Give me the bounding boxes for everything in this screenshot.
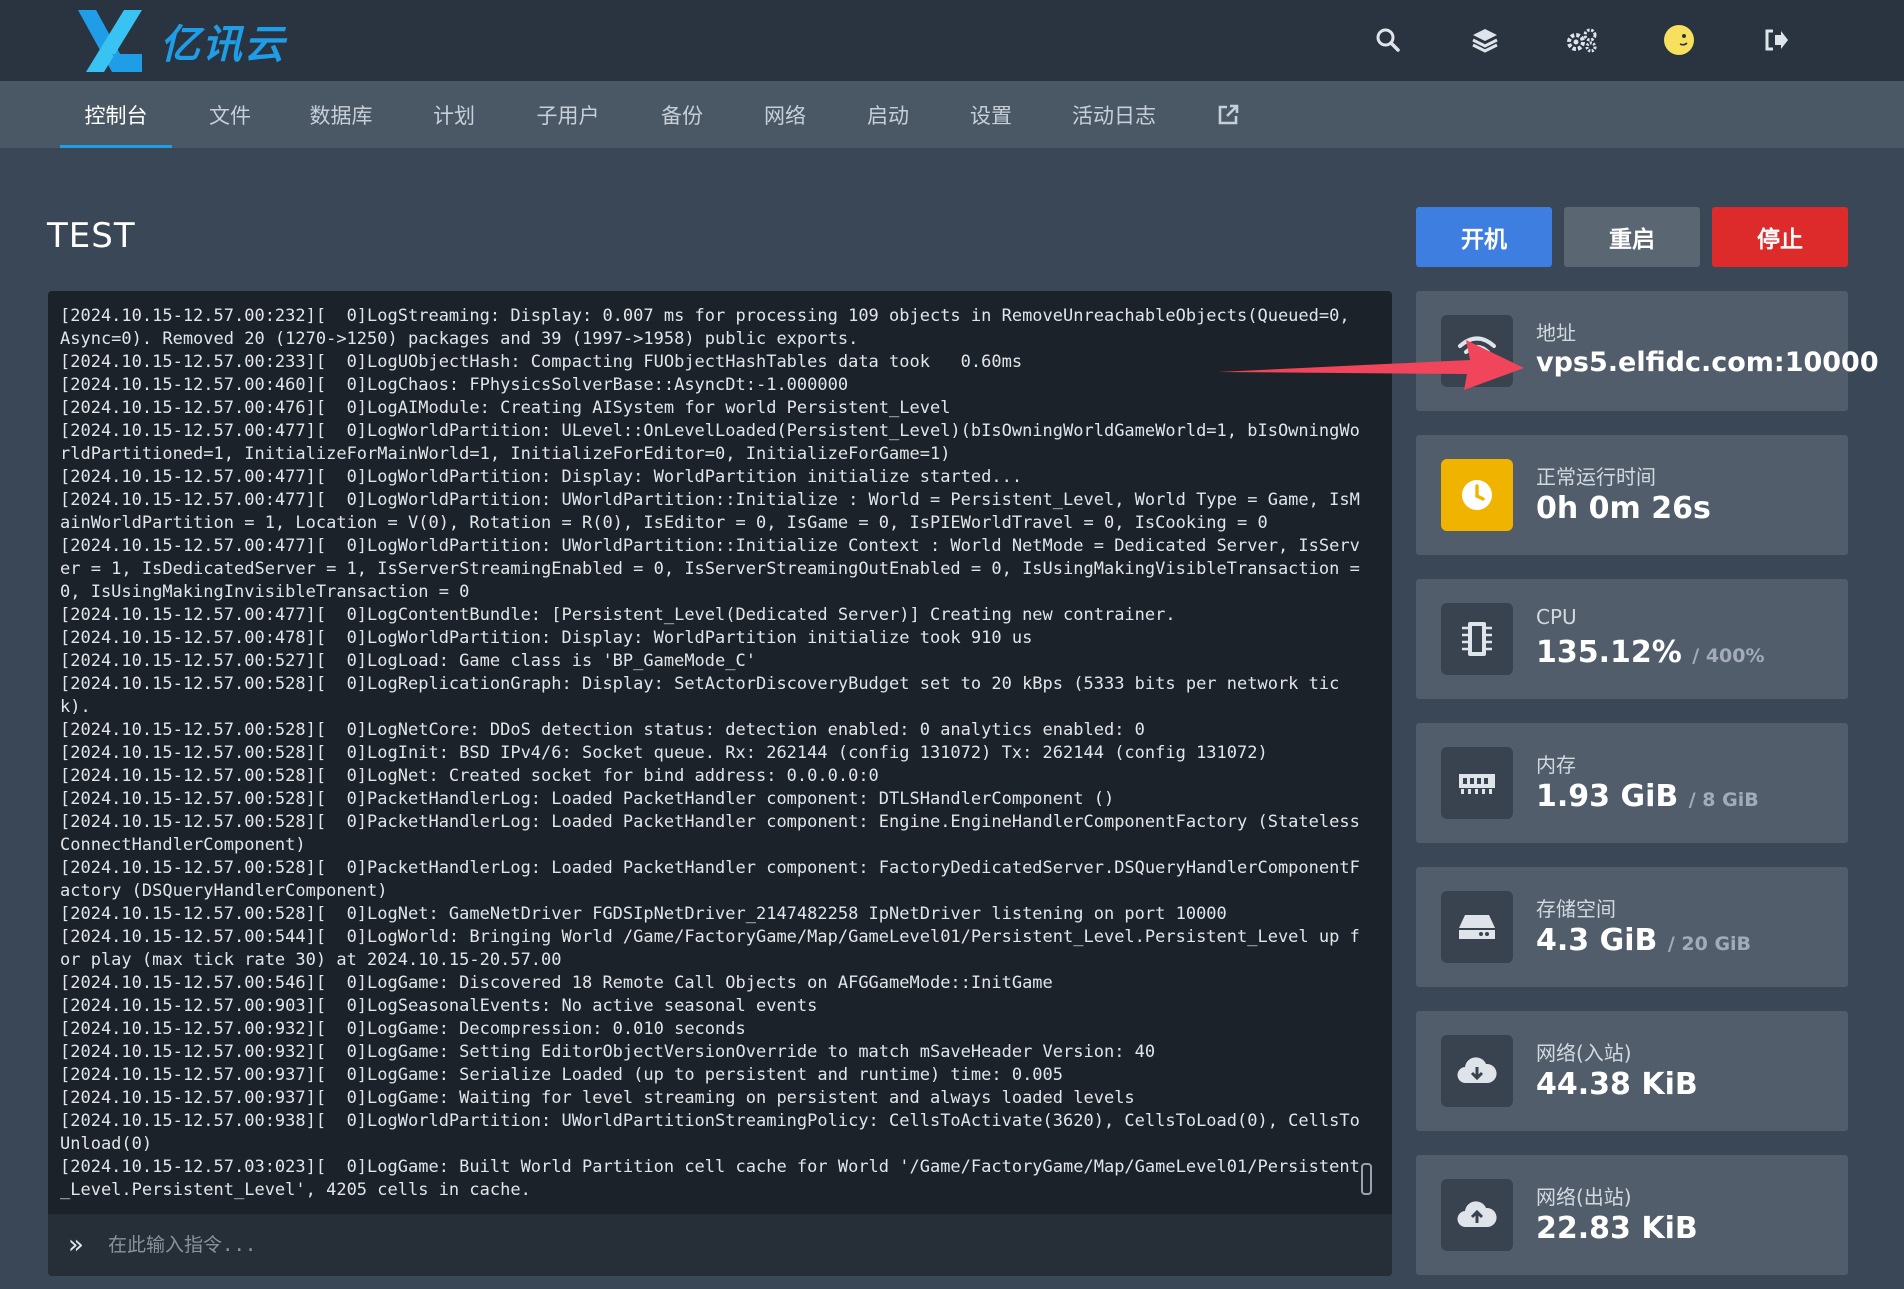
console-log: [2024.10.15-12.57.00:232][ 0]LogStreamin… — [60, 306, 1360, 1200]
prompt-chevron-icon: » — [68, 1230, 84, 1260]
cloud-upload-icon — [1441, 1179, 1513, 1251]
brand-name: 亿讯云 — [160, 22, 286, 68]
tab-files[interactable]: 文件 — [190, 81, 270, 148]
logout-icon[interactable] — [1727, 14, 1824, 66]
tab-activity-log[interactable]: 活动日志 — [1052, 81, 1176, 148]
settings-gears-icon[interactable] — [1533, 14, 1630, 66]
network-out-value: 22.83 KiB — [1536, 1211, 1698, 1246]
memory-value: 1.93 GiB — [1536, 779, 1679, 814]
address-label: 地址 — [1536, 321, 1576, 345]
nav-bar: 控制台 文件 数据库 计划 子用户 备份 网络 启动 设置 活动日志 — [0, 81, 1904, 148]
annotation-arrow-icon — [1218, 340, 1524, 390]
stat-card-storage: 存储空间 4.3 GiB / 20 GiB — [1416, 867, 1848, 987]
stat-card-uptime: 正常运行时间 0h 0m 26s — [1416, 435, 1848, 555]
tab-schedules[interactable]: 计划 — [414, 81, 494, 148]
stat-card-network-in: 网络(入站) 44.38 KiB — [1416, 1011, 1848, 1131]
brand-x-logo-icon — [78, 10, 142, 72]
start-button[interactable]: 开机 — [1416, 207, 1552, 267]
cpu-limit: / 400% — [1692, 645, 1765, 667]
restart-button[interactable]: 重启 — [1564, 207, 1700, 267]
server-name: TEST — [47, 216, 136, 256]
storage-label: 存储空间 — [1536, 897, 1616, 921]
cpu-label: CPU — [1536, 605, 1577, 629]
network-in-value: 44.38 KiB — [1536, 1067, 1698, 1102]
storage-value-group: 4.3 GiB / 20 GiB — [1536, 923, 1751, 958]
uptime-value: 0h 0m 26s — [1536, 491, 1711, 526]
cpu-value-group: 135.12% / 400% — [1536, 635, 1765, 670]
top-bar: 亿讯云 — [0, 0, 1904, 81]
console-scrollbar[interactable] — [1361, 1163, 1372, 1195]
server-console: [2024.10.15-12.57.00:232][ 0]LogStreamin… — [48, 291, 1392, 1276]
brand-logo[interactable]: 亿讯云 — [78, 8, 286, 74]
tab-console[interactable]: 控制台 — [60, 81, 172, 148]
hard-drive-icon — [1441, 891, 1513, 963]
network-in-label: 网络(入站) — [1536, 1041, 1632, 1065]
clock-icon — [1441, 459, 1513, 531]
tab-startup[interactable]: 启动 — [848, 81, 928, 148]
memory-limit: / 8 GiB — [1688, 789, 1759, 811]
stat-card-memory: 内存 1.93 GiB / 8 GiB — [1416, 723, 1848, 843]
external-link-icon[interactable] — [1200, 81, 1256, 148]
search-icon[interactable] — [1339, 14, 1436, 66]
stop-button[interactable]: 停止 — [1712, 207, 1848, 267]
storage-value: 4.3 GiB — [1536, 923, 1658, 958]
tab-backups[interactable]: 备份 — [642, 81, 722, 148]
address-value[interactable]: vps5.elfidc.com:10000 — [1536, 347, 1879, 378]
tab-database[interactable]: 数据库 — [290, 81, 392, 148]
command-input[interactable] — [108, 1224, 1368, 1266]
memory-icon — [1441, 747, 1513, 819]
command-bar: » — [48, 1214, 1392, 1276]
stat-card-cpu: CPU 135.12% / 400% — [1416, 579, 1848, 699]
network-out-label: 网络(出站) — [1536, 1185, 1632, 1209]
tab-subusers[interactable]: 子用户 — [516, 81, 620, 148]
memory-value-group: 1.93 GiB / 8 GiB — [1536, 779, 1759, 814]
avatar[interactable] — [1630, 14, 1727, 66]
stat-card-network-out: 网络(出站) 22.83 KiB — [1416, 1155, 1848, 1275]
uptime-label: 正常运行时间 — [1536, 465, 1656, 489]
layers-icon[interactable] — [1436, 14, 1533, 66]
cpu-chip-icon — [1441, 603, 1513, 675]
cloud-download-icon — [1441, 1035, 1513, 1107]
tab-network[interactable]: 网络 — [744, 81, 826, 148]
tab-settings[interactable]: 设置 — [950, 81, 1032, 148]
storage-limit: / 20 GiB — [1667, 933, 1752, 955]
memory-label: 内存 — [1536, 753, 1576, 777]
cpu-value: 135.12% — [1536, 635, 1682, 670]
